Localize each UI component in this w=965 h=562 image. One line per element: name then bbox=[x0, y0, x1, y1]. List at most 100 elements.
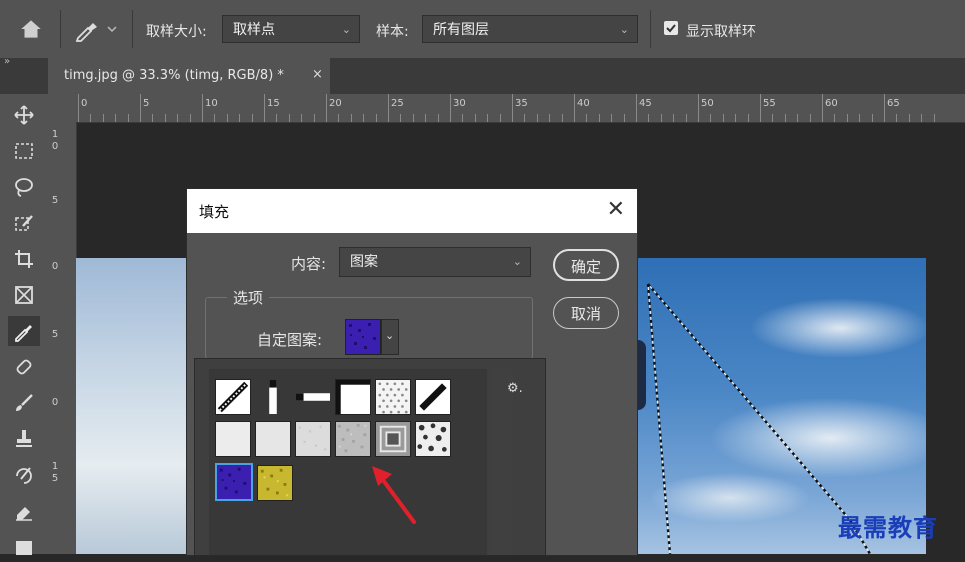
document-tab-title: timg.jpg @ 33.3% (timg, RGB/8) * bbox=[64, 68, 284, 83]
ruler-tick-minor bbox=[214, 114, 216, 122]
pattern-white-1[interactable] bbox=[215, 421, 251, 457]
ruler-tick bbox=[884, 94, 885, 122]
move-tool-icon[interactable] bbox=[8, 100, 40, 130]
custom-pattern-label: 自定图案: bbox=[257, 331, 323, 349]
ruler-tick-minor bbox=[536, 114, 538, 122]
brush-tool-icon[interactable] bbox=[8, 388, 40, 418]
ruler-label: 0 bbox=[51, 397, 59, 408]
history-brush-tool-icon[interactable] bbox=[8, 460, 40, 490]
pattern-light-noise[interactable] bbox=[295, 421, 331, 457]
yellow-noise-pattern[interactable] bbox=[257, 465, 293, 501]
gear-icon[interactable]: ⚙. bbox=[507, 381, 523, 396]
cancel-button[interactable]: 取消 bbox=[553, 297, 619, 329]
ruler-tick bbox=[450, 94, 451, 122]
ruler-tick-minor bbox=[425, 114, 427, 122]
ruler-tick-minor bbox=[177, 114, 179, 122]
ruler-tick-minor bbox=[859, 114, 861, 122]
ruler-tick bbox=[636, 94, 637, 122]
pattern-picker-toggle[interactable]: ⌄ bbox=[381, 319, 399, 355]
sample-size-dropdown[interactable]: 取样点 ⌄ bbox=[222, 15, 360, 43]
show-ring-label: 显示取样环 bbox=[686, 24, 756, 40]
clone-stamp-tool-icon[interactable] bbox=[8, 424, 40, 454]
ruler-tick-minor bbox=[549, 114, 551, 122]
content-value: 图案 bbox=[350, 254, 378, 270]
pattern-dots[interactable] bbox=[375, 379, 411, 415]
ruler-tick-minor bbox=[127, 114, 129, 122]
ruler-tick bbox=[264, 94, 265, 122]
frame-tool-icon[interactable] bbox=[8, 280, 40, 310]
pattern-horizontal-bar[interactable] bbox=[295, 379, 331, 415]
ruler-tick-minor bbox=[350, 114, 352, 122]
healing-brush-tool-icon[interactable] bbox=[8, 352, 40, 382]
ruler-tick-minor bbox=[313, 114, 315, 122]
pattern-vertical-bar[interactable] bbox=[255, 379, 291, 415]
close-tab-icon[interactable]: × bbox=[312, 67, 323, 82]
ruler-tick-minor bbox=[908, 114, 910, 122]
ruler-tick-minor bbox=[400, 114, 402, 122]
ruler-tick-minor bbox=[102, 114, 104, 122]
custom-pattern-preview[interactable] bbox=[345, 319, 381, 355]
eyedropper-tool-preset-icon[interactable] bbox=[74, 16, 120, 42]
ruler-tick-minor bbox=[685, 114, 687, 122]
ruler-label: 1 bbox=[51, 461, 59, 472]
chevron-down-icon: ⌄ bbox=[512, 255, 522, 268]
marquee-tool-icon[interactable] bbox=[8, 136, 40, 166]
document-tab[interactable]: timg.jpg @ 33.3% (timg, RGB/8) * × bbox=[48, 58, 330, 94]
ruler-tick bbox=[822, 94, 823, 122]
ruler-tick-minor bbox=[648, 114, 650, 122]
panel-collapse-icon[interactable]: » bbox=[4, 56, 10, 67]
ok-button[interactable]: 确定 bbox=[553, 249, 619, 281]
content-label: 内容: bbox=[291, 255, 327, 273]
lasso-tool-icon[interactable] bbox=[8, 172, 40, 202]
ruler-tick bbox=[388, 94, 389, 122]
ruler-label: 40 bbox=[577, 98, 590, 109]
sample-layers-dropdown[interactable]: 所有图层 ⌄ bbox=[422, 15, 638, 43]
crop-tool-icon[interactable] bbox=[8, 244, 40, 274]
pattern-rock[interactable] bbox=[415, 421, 451, 457]
ruler-tick-minor bbox=[809, 114, 811, 122]
pattern-diagonal-line[interactable] bbox=[215, 379, 251, 415]
pattern-diagonal-bold[interactable] bbox=[415, 379, 451, 415]
ruler-label: 65 bbox=[887, 98, 900, 109]
ruler-tick-minor bbox=[239, 114, 241, 122]
ruler-label: 0 bbox=[51, 261, 59, 272]
ruler-label: 0 bbox=[51, 141, 59, 152]
ruler-tick-minor bbox=[896, 114, 898, 122]
home-icon[interactable] bbox=[18, 16, 44, 42]
pattern-concentric-squares[interactable] bbox=[375, 421, 411, 457]
chevron-down-icon: ⌄ bbox=[341, 23, 351, 36]
sample-size-label: 取样大小: bbox=[146, 24, 207, 40]
ruler-label: 30 bbox=[453, 98, 466, 109]
ruler-label: 50 bbox=[701, 98, 714, 109]
dialog-titlebar: 填充 ✕ bbox=[187, 189, 637, 233]
quick-selection-tool-icon[interactable] bbox=[8, 208, 40, 238]
ruler-tick-minor bbox=[611, 114, 613, 122]
ruler-tick-minor bbox=[189, 114, 191, 122]
ruler-label: 5 bbox=[51, 329, 59, 340]
vertical-ruler: 10505015 bbox=[48, 122, 77, 554]
ruler-tick-minor bbox=[784, 114, 786, 122]
content-dropdown[interactable]: 图案 ⌄ bbox=[339, 247, 531, 277]
ruler-label: 15 bbox=[267, 98, 280, 109]
close-dialog-icon[interactable]: ✕ bbox=[607, 197, 625, 222]
pattern-corner-frame[interactable] bbox=[335, 379, 371, 415]
eyedropper-tool-icon[interactable] bbox=[8, 316, 40, 346]
sample-label: 样本: bbox=[376, 24, 409, 40]
pattern-grid-scrollbar[interactable] bbox=[491, 369, 513, 555]
ruler-label: 45 bbox=[639, 98, 652, 109]
sample-size-value: 取样点 bbox=[233, 22, 275, 38]
ruler-tick-minor bbox=[251, 114, 253, 122]
gradient-tool-icon[interactable] bbox=[8, 532, 40, 562]
ruler-label: 25 bbox=[391, 98, 404, 109]
chevron-down-icon: ⌄ bbox=[385, 329, 395, 342]
pattern-white-2[interactable] bbox=[255, 421, 291, 457]
show-ring-checkbox[interactable] bbox=[664, 21, 678, 35]
purple-noise-pattern[interactable] bbox=[215, 463, 253, 501]
ruler-tick-minor bbox=[412, 114, 414, 122]
eraser-tool-icon[interactable] bbox=[8, 496, 40, 526]
ruler-tick-minor bbox=[797, 114, 799, 122]
ruler-tick-minor bbox=[586, 114, 588, 122]
pattern-gray-noise[interactable] bbox=[335, 421, 371, 457]
ruler-tick-minor bbox=[288, 114, 290, 122]
options-bar: 取样大小: 取样点 ⌄ 样本: 所有图层 ⌄ 显示取样环 bbox=[0, 0, 965, 59]
